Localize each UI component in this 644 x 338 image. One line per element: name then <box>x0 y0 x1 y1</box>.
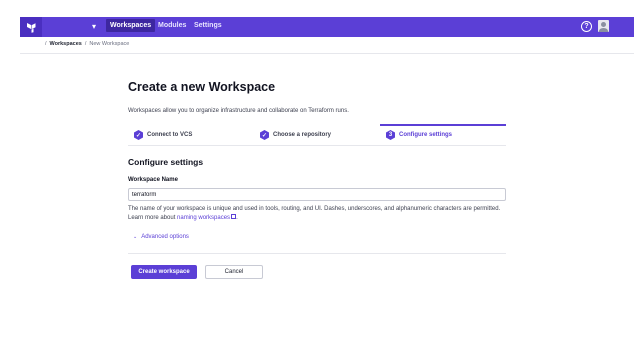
breadcrumb-divider <box>20 53 634 54</box>
nav-settings[interactable]: Settings <box>194 22 222 29</box>
avatar[interactable] <box>598 20 609 32</box>
right-margin <box>634 0 644 338</box>
active-step-bar <box>380 124 506 126</box>
step-label: Connect to VCS <box>147 132 193 138</box>
step-indicator: ✓ Connect to VCS ✓ Choose a repository 3… <box>128 124 506 146</box>
step-number-icon: 3 <box>386 130 395 140</box>
chevron-down-icon: ⌄ <box>133 234 138 240</box>
page-description: Workspaces allow you to organize infrast… <box>128 108 349 114</box>
terraform-logo-svg <box>26 22 35 33</box>
breadcrumb-separator: / <box>45 41 47 47</box>
nav-workspaces[interactable]: Workspaces <box>106 19 156 32</box>
help-suffix: . <box>236 214 238 221</box>
workspace-name-label: Workspace Name <box>128 177 178 183</box>
naming-workspaces-link[interactable]: naming workspaces <box>177 215 230 221</box>
left-margin <box>0 0 20 338</box>
step-choose-repository[interactable]: ✓ Choose a repository <box>260 124 331 146</box>
top-nav: ▾ Workspaces Modules Settings ? <box>20 17 634 37</box>
section-title: Configure settings <box>128 157 204 167</box>
external-link-icon <box>231 214 237 219</box>
advanced-options-toggle[interactable]: ⌄ Advanced options <box>133 234 189 240</box>
check-icon: ✓ <box>134 130 143 140</box>
step-configure-settings[interactable]: 3 Configure settings <box>386 124 452 146</box>
breadcrumb: / Workspaces / New Workspace <box>45 41 129 47</box>
form-divider <box>128 253 506 254</box>
breadcrumb-separator: / <box>84 41 87 47</box>
cancel-button[interactable]: Cancel <box>205 265 263 279</box>
check-icon: ✓ <box>260 130 269 140</box>
step-label: Configure settings <box>399 132 453 138</box>
breadcrumb-workspaces[interactable]: Workspaces <box>50 41 82 47</box>
help-icon[interactable]: ? <box>581 21 592 32</box>
step-connect-vcs[interactable]: ✓ Connect to VCS <box>134 124 192 146</box>
workspace-name-help: The name of your workspace is unique and… <box>128 205 506 222</box>
breadcrumb-current: New Workspace <box>89 41 130 47</box>
page-title: Create a new Workspace <box>128 80 276 94</box>
workspace-name-input[interactable] <box>128 188 506 201</box>
step-label: Choose a repository <box>273 132 332 138</box>
page: ▾ Workspaces Modules Settings ? / Worksp… <box>0 0 644 338</box>
nav-modules[interactable]: Modules <box>158 22 186 29</box>
org-chevron-down-icon[interactable]: ▾ <box>92 22 96 31</box>
steps-divider <box>128 145 506 146</box>
create-workspace-button[interactable]: Create workspace <box>131 265 197 279</box>
terraform-logo-icon[interactable] <box>20 17 42 37</box>
advanced-options-label: Advanced options <box>141 234 189 240</box>
